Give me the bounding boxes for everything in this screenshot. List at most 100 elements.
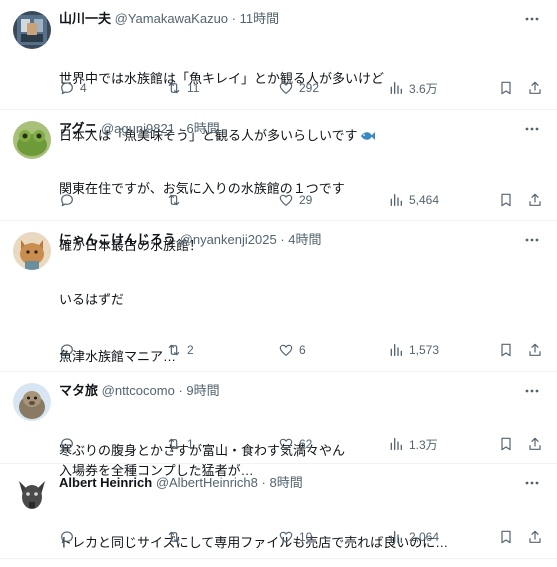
reply-button[interactable] bbox=[59, 340, 80, 360]
reply-tweet[interactable]: マタ旅 @nttcocomo · 9時間 寒ぶりの腹身とかさすが富山・食わす気満… bbox=[0, 372, 557, 464]
reply-tweet[interactable]: 山川一夫 @YamakawaKazuo · 11時間 世界中では水族館は「魚キレ… bbox=[0, 0, 557, 143]
retweet-count: 2 bbox=[187, 343, 194, 357]
display-name[interactable]: Albert Heinrich bbox=[59, 475, 152, 490]
tweet-header: アグニ @aguni9821 · 6時間 bbox=[59, 121, 517, 137]
timestamp[interactable]: 11時間 bbox=[240, 11, 280, 26]
reply-icon bbox=[61, 531, 73, 544]
avatar[interactable] bbox=[13, 11, 51, 49]
separator-dot: · bbox=[178, 121, 183, 136]
like-count: 62 bbox=[299, 437, 313, 451]
retweet-button[interactable] bbox=[166, 190, 187, 210]
display-name[interactable]: にゃんこけんじろう bbox=[59, 232, 176, 247]
views-icon bbox=[390, 344, 402, 356]
reply-button[interactable] bbox=[59, 190, 80, 210]
like-button[interactable]: 6 bbox=[278, 340, 306, 360]
share-icon bbox=[529, 81, 541, 94]
tweet-actions: 2 6 1,573 bbox=[59, 340, 547, 360]
views-count: 1.3万 bbox=[409, 437, 438, 452]
timestamp[interactable]: 6時間 bbox=[187, 121, 220, 136]
views-button[interactable]: 2,064 bbox=[388, 527, 439, 547]
retweet-count: 11 bbox=[187, 81, 200, 95]
display-name[interactable]: 山川一夫 bbox=[59, 11, 111, 26]
reply-feed: 山川一夫 @YamakawaKazuo · 11時間 世界中では水族館は「魚キレ… bbox=[0, 0, 557, 567]
tweet-actions: 1 62 1.3万 bbox=[59, 434, 547, 454]
heart-icon bbox=[279, 531, 293, 543]
like-count: 10 bbox=[299, 530, 313, 544]
display-name[interactable]: マタ旅 bbox=[59, 383, 98, 398]
tweet-actions: 4 11 292 3.6万 bbox=[59, 78, 547, 98]
retweet-button[interactable]: 2 bbox=[166, 340, 194, 360]
bookmark-icon bbox=[501, 193, 511, 207]
share-icon bbox=[529, 437, 541, 450]
views-button[interactable]: 3.6万 bbox=[388, 78, 438, 98]
share-button[interactable] bbox=[527, 78, 543, 98]
separator-dot: · bbox=[231, 11, 237, 26]
separator-dot: · bbox=[261, 475, 266, 490]
bookmark-button[interactable] bbox=[498, 78, 514, 98]
views-icon bbox=[390, 438, 402, 450]
retweet-button[interactable] bbox=[166, 527, 187, 547]
like-button[interactable]: 62 bbox=[278, 434, 312, 454]
reply-tweet[interactable]: アグニ @aguni9821 · 6時間 関東在住ですが、お気に入りの水族館の１… bbox=[0, 110, 557, 253]
reply-button[interactable] bbox=[59, 527, 80, 547]
tweet-header: Albert Heinrich @AlbertHeinrich8 · 8時間 bbox=[59, 475, 517, 491]
bookmark-icon bbox=[501, 530, 511, 544]
user-handle[interactable]: @aguni9821 bbox=[101, 121, 175, 136]
views-count: 1,573 bbox=[409, 343, 440, 357]
bookmark-button[interactable] bbox=[498, 190, 514, 210]
retweet-icon bbox=[168, 531, 180, 543]
like-button[interactable]: 292 bbox=[278, 78, 319, 98]
reply-tweet[interactable]: Albert Heinrich @AlbertHeinrich8 · 8時間 ト… bbox=[0, 464, 557, 559]
reply-icon bbox=[61, 438, 73, 451]
reply-tweet[interactable]: にゃんこけんじろう @nyankenji2025 · 4時間 いるはずだ 魚津水… bbox=[0, 221, 557, 478]
timestamp[interactable]: 8時間 bbox=[269, 475, 302, 490]
more-dots-icon[interactable] bbox=[523, 10, 541, 28]
views-count: 3.6万 bbox=[409, 81, 438, 96]
more-dots-icon[interactable] bbox=[523, 120, 541, 138]
more-dots-icon[interactable] bbox=[523, 231, 541, 249]
timestamp[interactable]: 9時間 bbox=[186, 383, 219, 398]
share-button[interactable] bbox=[527, 190, 543, 210]
like-button[interactable]: 29 bbox=[278, 190, 312, 210]
reply-button[interactable]: 4 bbox=[59, 78, 87, 98]
user-handle[interactable]: @nyankenji2025 bbox=[180, 232, 277, 247]
retweet-icon bbox=[168, 194, 180, 206]
more-dots-icon[interactable] bbox=[523, 382, 541, 400]
share-button[interactable] bbox=[527, 434, 543, 454]
display-name[interactable]: アグニ bbox=[59, 121, 97, 136]
bookmark-button[interactable] bbox=[498, 340, 514, 360]
retweet-count: 1 bbox=[187, 437, 194, 451]
more-dots-icon[interactable] bbox=[523, 474, 541, 492]
views-button[interactable]: 5,464 bbox=[388, 190, 439, 210]
bookmark-button[interactable] bbox=[498, 434, 514, 454]
heart-icon bbox=[279, 194, 293, 206]
retweet-button[interactable]: 1 bbox=[166, 434, 194, 454]
user-handle[interactable]: @nttcocomo bbox=[102, 383, 175, 398]
views-count: 2,064 bbox=[409, 530, 440, 544]
like-button[interactable]: 10 bbox=[278, 527, 312, 547]
reply-icon bbox=[61, 82, 73, 95]
tweet-actions: 10 2,064 bbox=[59, 527, 547, 547]
tweet-header: 山川一夫 @YamakawaKazuo · 11時間 bbox=[59, 11, 517, 27]
retweet-button[interactable]: 11 bbox=[166, 78, 199, 98]
avatar[interactable] bbox=[13, 383, 51, 421]
tweet-actions: 29 5,464 bbox=[59, 190, 547, 210]
views-button[interactable]: 1,573 bbox=[388, 340, 439, 360]
bookmark-button[interactable] bbox=[498, 527, 514, 547]
avatar[interactable] bbox=[13, 232, 51, 270]
views-icon bbox=[390, 82, 402, 94]
avatar[interactable] bbox=[13, 475, 51, 513]
share-button[interactable] bbox=[527, 340, 543, 360]
user-handle[interactable]: @YamakawaKazuo bbox=[115, 11, 228, 26]
retweet-icon bbox=[168, 344, 180, 356]
user-handle[interactable]: @AlbertHeinrich8 bbox=[156, 475, 258, 490]
views-button[interactable]: 1.3万 bbox=[388, 434, 438, 454]
reply-icon bbox=[61, 194, 73, 207]
timestamp[interactable]: 4時間 bbox=[288, 232, 321, 247]
avatar[interactable] bbox=[13, 121, 51, 159]
reply-button[interactable] bbox=[59, 434, 80, 454]
heart-icon bbox=[279, 344, 293, 356]
retweet-icon bbox=[168, 438, 180, 450]
share-icon bbox=[529, 343, 541, 356]
share-button[interactable] bbox=[527, 527, 543, 547]
